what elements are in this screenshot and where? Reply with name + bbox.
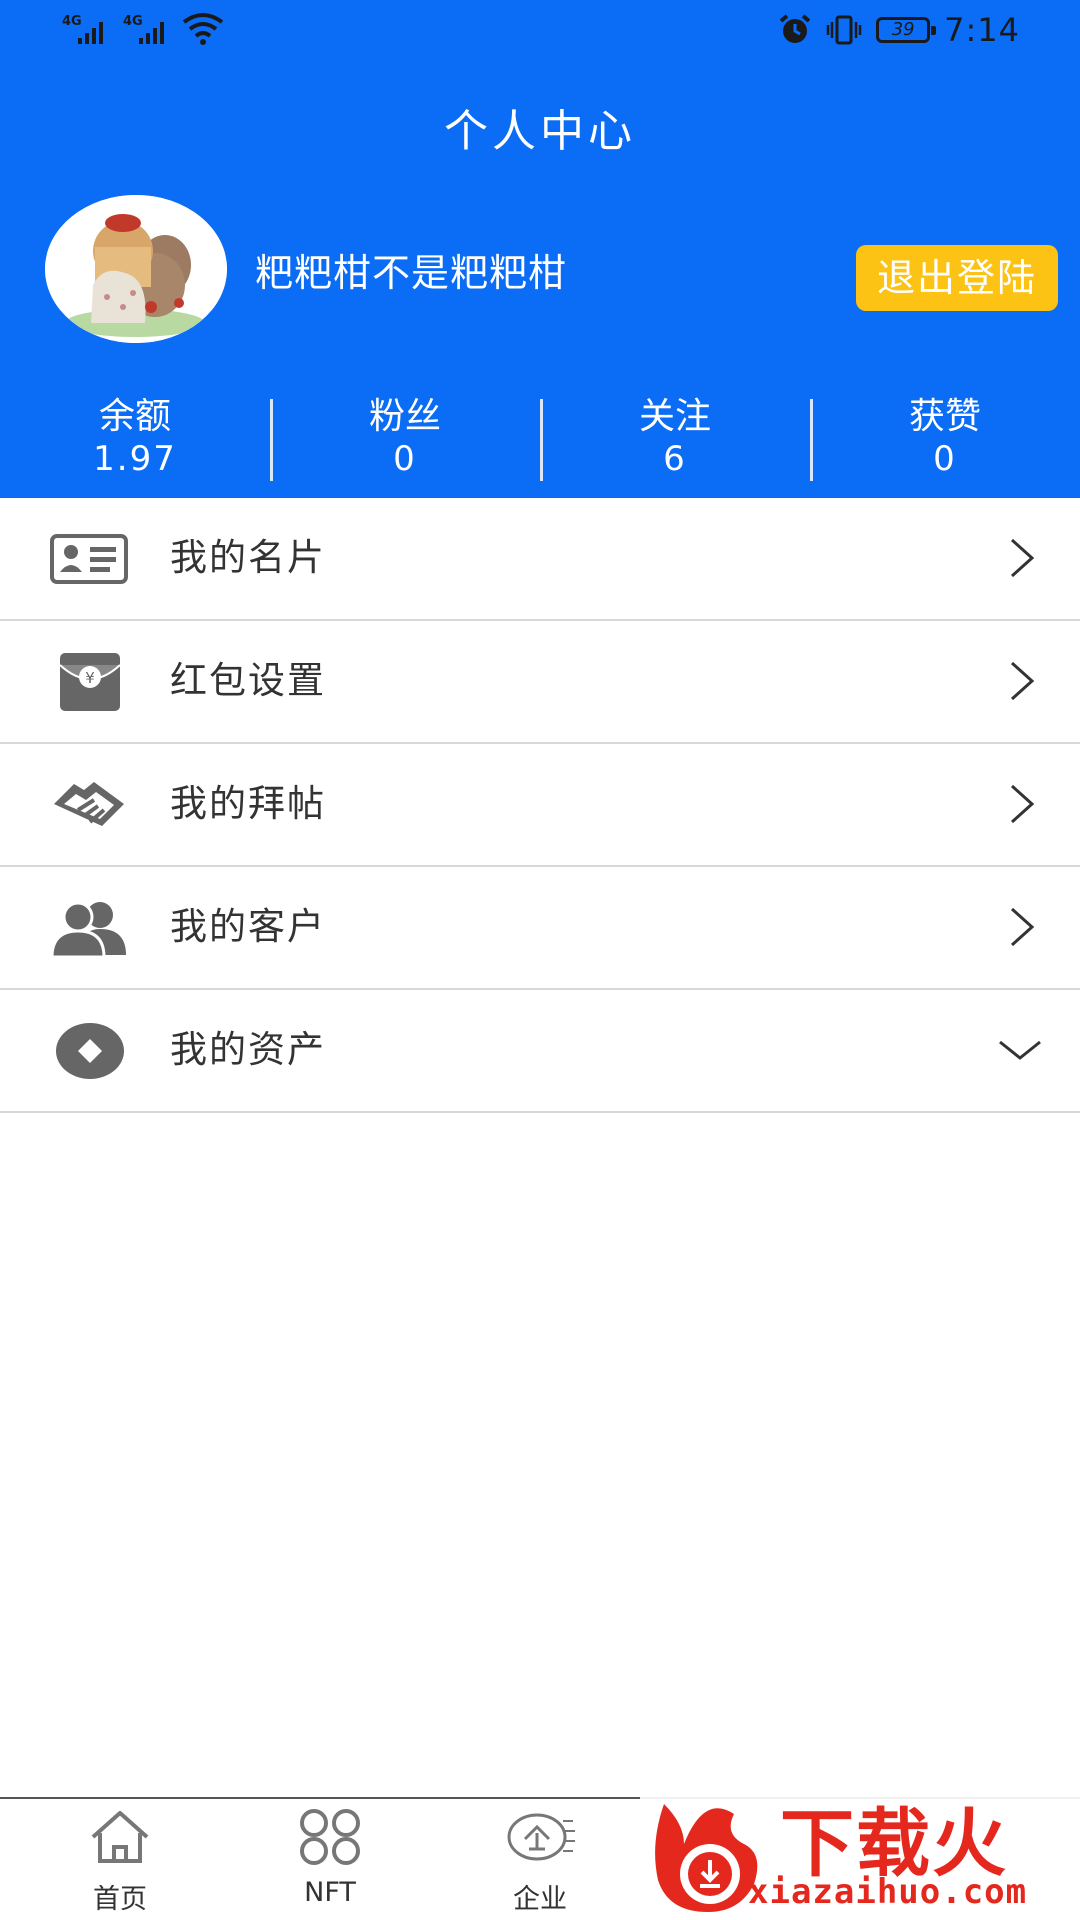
menu-item-label: 我的资产 bbox=[170, 1028, 326, 1071]
business-card-icon bbox=[50, 534, 128, 584]
battery-indicator: 39 bbox=[876, 17, 937, 43]
stat-value: 6 bbox=[663, 439, 687, 479]
assets-icon bbox=[56, 1023, 124, 1079]
stat-value: 1.97 bbox=[93, 439, 177, 479]
handshake-icon bbox=[54, 782, 124, 826]
status-bar: 4G 4G 39 7:14 bbox=[0, 0, 1080, 62]
logout-button[interactable]: 退出登陆 bbox=[856, 245, 1058, 311]
tab-label: 企业 bbox=[513, 1884, 567, 1915]
svg-text:¥: ¥ bbox=[85, 669, 95, 687]
stat-following[interactable]: 关注 6 bbox=[540, 395, 810, 485]
customers-icon bbox=[50, 901, 126, 959]
chevron-down-icon bbox=[999, 1040, 1041, 1060]
status-right: 39 7:14 bbox=[778, 10, 1020, 50]
menu-item-invitation[interactable]: 我的拜帖 bbox=[0, 744, 1080, 867]
stat-label: 余额 bbox=[98, 396, 171, 437]
stat-label: 粉丝 bbox=[368, 396, 441, 437]
menu-item-label: 红包设置 bbox=[170, 659, 326, 702]
menu-item-label: 我的客户 bbox=[170, 905, 326, 948]
stat-value: 0 bbox=[393, 439, 417, 479]
stat-value: 0 bbox=[933, 439, 957, 479]
stat-fans[interactable]: 粉丝 0 bbox=[270, 395, 540, 485]
tab-label: 首页 bbox=[93, 1884, 147, 1915]
tab-home[interactable]: 首页 bbox=[20, 1799, 220, 1920]
home-icon bbox=[91, 1811, 149, 1863]
menu-item-assets[interactable]: 我的资产 bbox=[0, 990, 1080, 1113]
watermark-url: xiazaihuo.com bbox=[748, 1872, 1028, 1912]
status-time: 7:14 bbox=[944, 11, 1020, 49]
stat-label: 关注 bbox=[638, 396, 711, 437]
avatar-illustration bbox=[45, 195, 227, 343]
chevron-right-icon bbox=[1010, 907, 1035, 947]
tab-nft[interactable]: NFT bbox=[230, 1799, 430, 1920]
chevron-right-icon bbox=[1010, 661, 1035, 701]
page-title: 个人中心 bbox=[444, 106, 636, 157]
stat-label: 获赞 bbox=[908, 396, 981, 437]
tab-label: NFT bbox=[304, 1877, 356, 1908]
stats-row: 余额 1.97 粉丝 0 关注 6 获赞 0 bbox=[0, 395, 1080, 485]
tab-enterprise[interactable]: 企业 bbox=[440, 1799, 640, 1920]
menu-item-business-card[interactable]: 我的名片 bbox=[0, 498, 1080, 621]
cellular-signal-icon: 4G bbox=[62, 14, 120, 44]
watermark: 下载火 xiazaihuo.com bbox=[640, 1780, 1080, 1920]
nft-icon bbox=[300, 1809, 360, 1865]
menu-item-label: 我的名片 bbox=[170, 536, 326, 579]
red-envelope-icon: ¥ bbox=[59, 653, 121, 711]
username: 粑粑柑不是粑粑柑 bbox=[255, 251, 568, 295]
menu-list: 我的名片 ¥ 红包设置 我的拜帖 我的客户 我的资产 bbox=[0, 498, 1080, 1113]
profile-header: 4G 4G 39 7:14 个人中心 粑粑柑不是粑粑柑 退出登陆 余额 1.97… bbox=[0, 0, 1080, 498]
alarm-icon bbox=[779, 14, 811, 43]
stat-likes[interactable]: 获赞 0 bbox=[810, 395, 1080, 485]
enterprise-icon bbox=[507, 1813, 575, 1861]
menu-item-label: 我的拜帖 bbox=[170, 782, 326, 825]
avatar[interactable] bbox=[45, 195, 227, 343]
chevron-right-icon bbox=[1010, 538, 1035, 578]
wifi-icon bbox=[182, 13, 224, 45]
menu-item-customers[interactable]: 我的客户 bbox=[0, 867, 1080, 990]
chevron-right-icon bbox=[1010, 784, 1035, 824]
vibrate-icon bbox=[826, 15, 862, 45]
menu-item-red-envelope[interactable]: ¥ 红包设置 bbox=[0, 621, 1080, 744]
cellular-signal-icon-2: 4G bbox=[123, 14, 181, 44]
stat-balance[interactable]: 余额 1.97 bbox=[0, 395, 270, 485]
